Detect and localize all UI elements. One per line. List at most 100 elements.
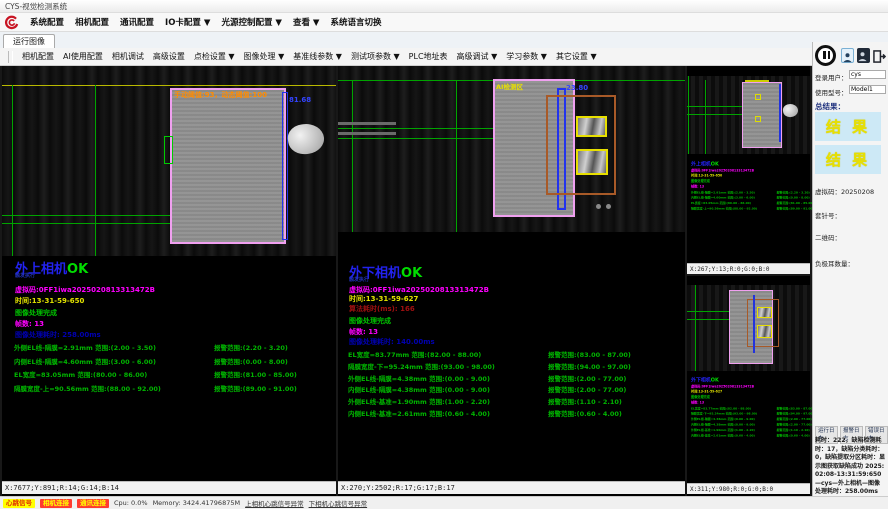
camera-name: 外下相机 — [691, 377, 711, 383]
tool-advanced-settings[interactable]: 高级设置 — [153, 51, 185, 62]
camera-image-upper-outer[interactable]: 手动阈值:93，动态阈值:100 81.68 — [2, 66, 336, 256]
result-status: OK — [401, 266, 422, 281]
coordinate-readout: X:270;Y:2502;R:17;G:17;B:17 — [338, 481, 685, 494]
frame-line: 帧数: 13 — [691, 184, 818, 189]
app-logo-icon — [4, 15, 19, 30]
bright-band — [338, 132, 396, 135]
control-sidebar: 登录用户： 使用型号： 总结果： 结 果 结 果 虚拟码：20250208 套针… — [812, 42, 888, 498]
measurement-value: 外侧EL线-隔膜=4.38mm 范围:(0.00 - 9.00) — [691, 417, 777, 422]
elapsed-line: 图像处理耗时: 140.00ms — [349, 337, 435, 347]
qrcode-label: 二维码： — [815, 232, 841, 242]
measurement-value: 内侧EL线-隔膜=4.60mm 范围:(3.00 - 6.00) — [691, 195, 777, 200]
menu-system-config[interactable]: 系统配置 — [30, 16, 64, 28]
measurement-value: 外侧EL线-基准=1.90mm 范围:(1.00 - 2.20) — [348, 396, 548, 406]
tab-strip: 运行图像 — [0, 32, 888, 49]
green-line — [687, 106, 743, 107]
tool-other-settings[interactable]: 其它设置 ▼ — [556, 51, 597, 62]
tool-ai-config[interactable]: AI使用配置 — [63, 51, 103, 62]
preview-result-text: 外下相机OK 虚拟码:0FF1iwa2025020813313472B 时间:1… — [691, 376, 818, 437]
operator-mode-button[interactable] — [841, 48, 854, 63]
measurement-row: 外侧EL线-基准=1.90mm 范围:(1.00 - 2.20) 报警范围:(1… — [348, 396, 683, 406]
process-done-line: 图像处理完成 — [691, 179, 818, 184]
status-bar: 心跳信号 相机连接 通讯连接 Cpu: 0.0% Memory: 3424.41… — [0, 496, 888, 509]
menu-view[interactable]: 查看 ▼ — [293, 16, 320, 28]
green-line — [705, 80, 706, 154]
defect-box — [757, 307, 772, 318]
tool-image-process[interactable]: 图像处理 ▼ — [244, 51, 285, 62]
coordinate-readout: X:311;Y:980;R:0;G:0;B:0 — [687, 483, 810, 494]
menu-comm-config[interactable]: 通讯配置 — [120, 16, 154, 28]
measurement-value: 隔膜宽度-上=90.56mm 范围:(88.00 - 92.00) — [691, 206, 777, 211]
login-user-input[interactable] — [849, 70, 886, 79]
green-line — [687, 311, 733, 312]
tool-learn-params[interactable]: 学习参数 ▼ — [506, 51, 547, 62]
pause-button[interactable] — [815, 45, 836, 66]
menu-camera-config[interactable]: 相机配置 — [75, 16, 109, 28]
tool-plc-address[interactable]: PLC地址表 — [409, 51, 448, 62]
measurement-value: 内侧EL线-隔膜=4.38mm 范围:(0.00 - 9.00) — [691, 422, 777, 427]
measurement-row: 外侧EL线-隔膜=4.38mm 范围:(0.00 - 9.00) 报警范围:(2… — [348, 373, 683, 383]
menu-light-config[interactable]: 光源控制配置 ▼ — [221, 16, 282, 28]
threshold-overlay-text: 手动阈值:93，动态阈值:100 — [174, 90, 267, 100]
coordinate-readout: X:7677;Y:891;R:14;G:14;B:14 — [2, 481, 336, 494]
green-line — [687, 114, 743, 115]
process-done-line: 图像处理完成 — [349, 316, 391, 326]
menu-language-switch[interactable]: 系统语言切换 — [330, 16, 381, 28]
elapsed-line: 图像处理耗时: 258.00ms — [15, 330, 101, 340]
barcode-line: 虚拟码:0FF1iwa2025020813313472B — [691, 384, 818, 389]
tool-spot-check[interactable]: 点检设置 ▼ — [194, 51, 235, 62]
menu-io-config[interactable]: IO卡配置 ▼ — [165, 16, 210, 28]
measurement-row: EL宽度=83.05mm 范围:(80.00 - 86.00) 报警范围:(81… — [14, 369, 334, 379]
green-line — [688, 76, 689, 154]
exit-door-icon — [873, 50, 886, 63]
engineer-mode-button[interactable] — [857, 48, 870, 63]
user-dark-icon — [857, 50, 868, 63]
blue-measure-line — [282, 92, 288, 240]
defect-box — [576, 149, 608, 175]
trigger-label: 触发执行 — [15, 272, 35, 279]
alarm-range: 报警范围:(81.00 - 85.00) — [214, 369, 297, 379]
green-line — [12, 85, 13, 256]
time-line: 时间:13-31-59-650 — [15, 296, 84, 306]
tool-camera-config[interactable]: 相机配置 — [22, 51, 54, 62]
tab-run-image[interactable]: 运行图像 — [3, 34, 55, 49]
measurement-value: 外侧EL线-隔膜=2.91mm 范围:(2.00 - 3.50) — [14, 342, 214, 352]
camera-image-lower-outer[interactable]: AI检测区 23.80 — [338, 66, 685, 232]
result-box-text: 结 果 — [826, 116, 870, 137]
preview-image-top[interactable] — [687, 76, 810, 154]
virtual-code-row: 虚拟码：20250208 — [815, 186, 874, 196]
measurement-value: 外侧EL线-基准=1.90mm 范围:(1.00 - 2.20) — [691, 427, 777, 432]
preview-image-bottom[interactable] — [687, 285, 810, 371]
tool-camera-debug[interactable]: 相机调试 — [112, 51, 144, 62]
tool-advanced-debug[interactable]: 高级调试 ▼ — [457, 51, 498, 62]
heartbeat-badge: 心跳信号 — [3, 499, 35, 508]
tool-test-params[interactable]: 测试项参数 ▼ — [351, 51, 400, 62]
tool-baseline-params[interactable]: 基准线参数 ▼ — [293, 51, 342, 62]
menu-bar: 系统配置 相机配置 通讯配置 IO卡配置 ▼ 光源控制配置 ▼ 查看 ▼ 系统语… — [0, 13, 888, 32]
virtual-code-value: 20250208 — [841, 188, 874, 196]
measurement-row: 外侧EL线-隔膜=2.91mm 范围:(2.00 - 3.50) 报警范围:(2… — [14, 342, 334, 352]
alarm-range: 报警范围:(89.00 - 91.00) — [777, 206, 814, 211]
algo-elapsed-line: 算法耗时(ms): 166 — [349, 304, 415, 314]
measurement-row: 隔膜宽度-下=95.24mm 范围:(93.00 - 98.00) 报警范围:(… — [348, 361, 683, 371]
bright-band — [338, 122, 396, 125]
pause-icon — [828, 51, 831, 59]
measurement-row: 隔膜宽度-上=90.56mm 范围:(88.00 - 92.00) 报警范围:(… — [14, 383, 334, 393]
user-icon — [842, 51, 853, 64]
main-area: 手动阈值:93，动态阈值:100 81.68 外上相机OK 触发执行 虚拟码:0… — [0, 66, 812, 496]
login-user-label: 登录用户： — [815, 72, 848, 82]
measurement-value: 外侧EL线-隔膜=2.91mm 范围:(2.00 - 3.50) — [691, 190, 777, 195]
measurement-value: 隔膜宽度-下=95.24mm 范围:(93.00 - 98.00) — [348, 361, 548, 371]
measurement-value: 内侧EL线-隔膜=4.60mm 范围:(3.00 - 6.00) — [14, 356, 214, 366]
yellow-marker — [755, 94, 761, 100]
defect-box — [576, 116, 607, 137]
measurement-value: 隔膜宽度-上=90.56mm 范围:(88.00 - 92.00) — [14, 383, 214, 393]
blue-measure-line — [779, 84, 781, 142]
measurement-value: EL宽度=83.77mm 范围:(82.00 - 88.00) — [348, 349, 548, 359]
memory-usage: Memory: 3424.41796875M — [153, 499, 241, 507]
alarm-range: 报警范围:(94.00 - 97.00) — [777, 411, 814, 416]
yellow-reference-line — [2, 85, 336, 86]
logout-button[interactable] — [873, 48, 886, 63]
pause-icon — [823, 51, 826, 59]
model-input[interactable] — [849, 85, 886, 94]
